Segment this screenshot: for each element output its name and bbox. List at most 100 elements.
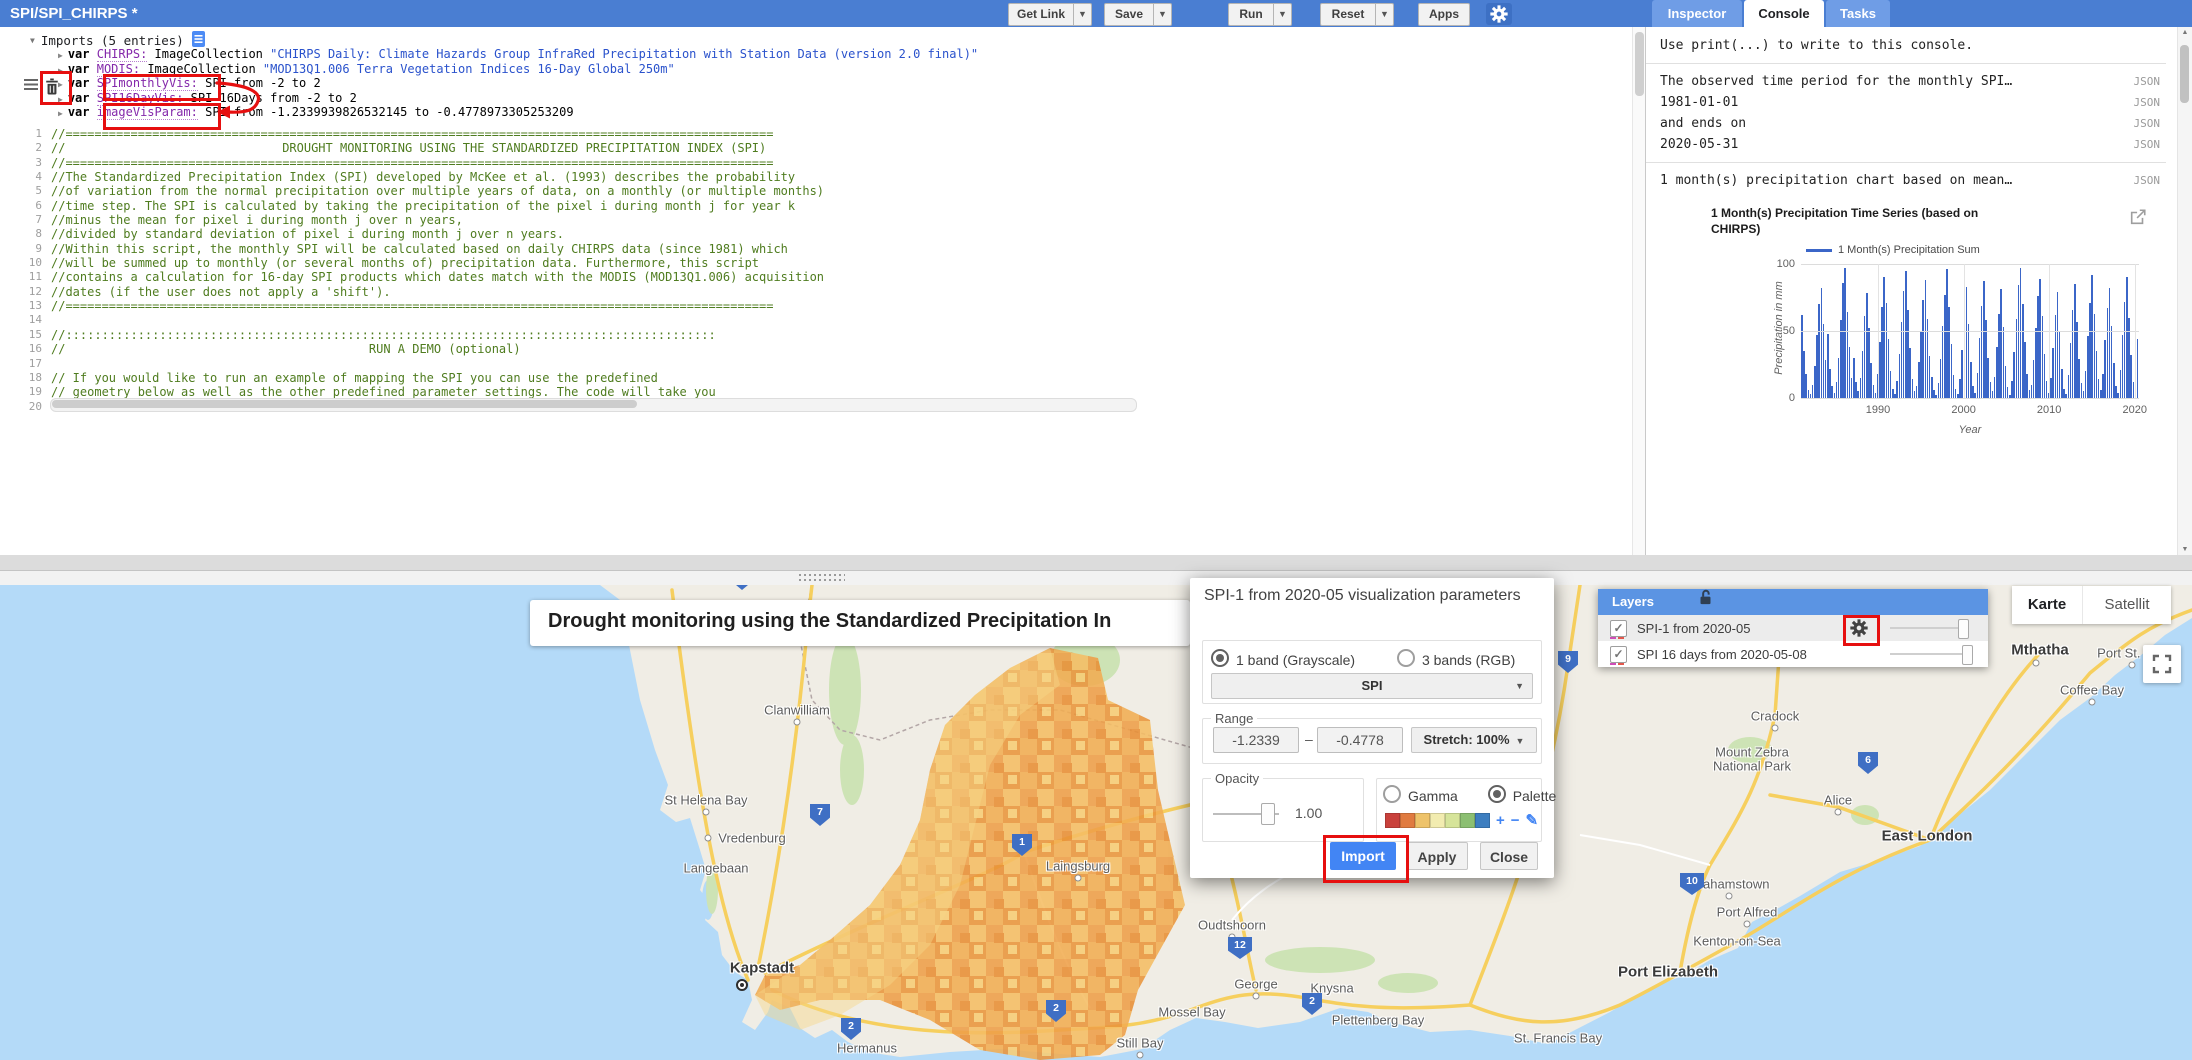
editor-vertical-scrollbar[interactable] xyxy=(1632,27,1646,555)
expand-triangle-icon[interactable]: ▶ xyxy=(58,51,63,60)
expand-triangle-icon[interactable]: ▶ xyxy=(58,95,63,104)
radio-gamma[interactable] xyxy=(1383,785,1401,803)
code-line[interactable]: 15//::::::::::::::::::::::::::::::::::::… xyxy=(0,328,1632,342)
code-line[interactable]: 6//time step. The SPI is calculated by t… xyxy=(0,199,1632,213)
radio-3-bands-rgb[interactable] xyxy=(1397,649,1415,667)
code-line-text: //dates (if the user does not apply a 's… xyxy=(51,285,391,299)
layer-checkbox[interactable]: ✓ xyxy=(1610,620,1627,637)
edit-palette-icon[interactable]: ✎ xyxy=(1526,811,1539,829)
layer-opacity-handle[interactable] xyxy=(1962,645,1973,665)
range-min-input[interactable]: -1.2339 xyxy=(1213,727,1299,753)
palette-swatch[interactable] xyxy=(1400,813,1415,828)
remove-color-button[interactable]: − xyxy=(1511,812,1520,829)
radio-1-band-grayscale[interactable] xyxy=(1211,649,1229,667)
code-line[interactable]: 18// If you would like to run an example… xyxy=(0,371,1632,385)
code-line[interactable]: 8//divided by standard deviation of pixe… xyxy=(0,227,1632,241)
console-scroll-thumb[interactable] xyxy=(2180,45,2189,103)
code-editor[interactable]: ▼ Imports (5 entries) ▶var CHIRPS: Image… xyxy=(0,27,1646,555)
radio-palette[interactable] xyxy=(1488,785,1506,803)
map-type-map-button[interactable]: Karte xyxy=(2012,586,2082,624)
import-row[interactable]: ▶var MODIS: ImageCollection "MOD13Q1.006… xyxy=(58,62,978,77)
code-line[interactable]: 4//The Standardized Precipitation Index … xyxy=(0,170,1632,184)
town-dot xyxy=(1835,809,1842,816)
save-button[interactable]: Save xyxy=(1104,3,1154,26)
import-variable-name: MODIS: xyxy=(97,62,140,77)
code-line[interactable]: 1//=====================================… xyxy=(0,127,1632,141)
opacity-slider-handle[interactable] xyxy=(1261,803,1275,825)
range-max-input[interactable]: -0.4778 xyxy=(1317,727,1403,753)
palette-swatch[interactable] xyxy=(1430,813,1445,828)
code-line[interactable]: 14 xyxy=(0,313,1632,327)
code-line[interactable]: 11//contains a calculation for 16-day SP… xyxy=(0,270,1632,284)
code-line[interactable]: 7//minus the mean for pixel i during mon… xyxy=(0,213,1632,227)
tab-inspector[interactable]: Inspector xyxy=(1652,0,1742,27)
stretch-dropdown[interactable]: Stretch: 100%▼ xyxy=(1411,727,1537,753)
code-line[interactable]: 3//=====================================… xyxy=(0,156,1632,170)
scroll-down-icon[interactable]: ▼ xyxy=(2178,546,2192,553)
add-color-button[interactable]: + xyxy=(1496,812,1505,829)
band-select-dropdown[interactable]: SPI ▼ xyxy=(1211,673,1533,699)
scroll-up-icon[interactable]: ▲ xyxy=(2178,29,2192,36)
panel-splitter[interactable] xyxy=(0,555,2192,585)
lock-icon[interactable] xyxy=(1698,589,1713,615)
import-button[interactable]: Import xyxy=(1330,842,1396,870)
vscroll-thumb[interactable] xyxy=(1635,32,1644,96)
import-row[interactable]: ▶var SPImonthlyVis: SPI from -2 to 2 xyxy=(58,76,978,91)
console-vertical-scrollbar[interactable]: ▲ ▼ xyxy=(2177,27,2192,555)
json-badge-button[interactable]: JSON xyxy=(2134,117,2161,130)
open-in-new-icon[interactable] xyxy=(2129,208,2147,226)
hscroll-thumb[interactable] xyxy=(52,400,637,408)
code-line[interactable]: 13//====================================… xyxy=(0,299,1632,313)
layer-opacity-slider[interactable] xyxy=(1890,627,1966,629)
json-badge-button[interactable]: JSON xyxy=(2134,174,2161,187)
layer-opacity-handle[interactable] xyxy=(1958,619,1969,639)
palette-swatch[interactable] xyxy=(1475,813,1490,828)
import-row[interactable]: ▶var SPI16DayVis: SPI_16Days from -2 to … xyxy=(58,91,978,106)
json-badge-button[interactable]: JSON xyxy=(2134,96,2161,109)
run-dropdown-arrow[interactable]: ▼ xyxy=(1274,3,1292,26)
import-row[interactable]: ▶var imageVisParam: SPI from -1.23399398… xyxy=(58,105,978,120)
code-line[interactable]: 17 xyxy=(0,357,1632,371)
apps-button[interactable]: Apps xyxy=(1418,3,1470,26)
collapse-triangle-icon[interactable]: ▼ xyxy=(30,36,35,45)
map-type-satellite-button[interactable]: Satellit xyxy=(2082,586,2171,624)
expand-triangle-icon[interactable]: ▶ xyxy=(58,66,63,75)
close-button[interactable]: Close xyxy=(1480,842,1538,870)
code-line[interactable]: 10//will be summed up to monthly (or sev… xyxy=(0,256,1632,270)
run-button[interactable]: Run xyxy=(1228,3,1274,26)
apply-button[interactable]: Apply xyxy=(1406,842,1468,870)
import-row[interactable]: ▶var CHIRPS: ImageCollection "CHIRPS Dai… xyxy=(58,47,978,62)
reset-dropdown-arrow[interactable]: ▼ xyxy=(1376,3,1394,26)
get-link-dropdown-arrow[interactable]: ▼ xyxy=(1074,3,1092,26)
code-line[interactable]: 9//Within this script, the monthly SPI w… xyxy=(0,242,1632,256)
settings-gear-button[interactable] xyxy=(1486,3,1512,25)
tab-console[interactable]: Console xyxy=(1744,0,1824,27)
code-line[interactable]: 2// DROUGHT MONITORING USING THE STANDAR… xyxy=(0,141,1632,155)
code-line[interactable]: 5//of variation from the normal precipit… xyxy=(0,184,1632,198)
json-badge-button[interactable]: JSON xyxy=(2134,75,2161,88)
fullscreen-button[interactable] xyxy=(2143,645,2181,683)
reset-button[interactable]: Reset xyxy=(1320,3,1376,26)
palette-swatch[interactable] xyxy=(1460,813,1475,828)
layer-opacity-slider[interactable] xyxy=(1890,653,1966,655)
layer-checkbox[interactable]: ✓ xyxy=(1610,646,1627,663)
tab-tasks[interactable]: Tasks xyxy=(1826,0,1890,27)
code-line[interactable]: 16// RUN A DEMO (optional) xyxy=(0,342,1632,356)
code-line[interactable]: 12//dates (if the user does not apply a … xyxy=(0,285,1632,299)
layer-settings-gear-icon[interactable] xyxy=(1850,619,1868,637)
expand-triangle-icon[interactable]: ▶ xyxy=(58,109,63,118)
code-lines[interactable]: 1//=====================================… xyxy=(0,127,1632,414)
palette-swatch[interactable] xyxy=(1445,813,1460,828)
json-badge-button[interactable]: JSON xyxy=(2134,138,2161,151)
code-line-text: // DROUGHT MONITORING USING THE STANDARD… xyxy=(51,141,766,155)
save-dropdown-arrow[interactable]: ▼ xyxy=(1154,3,1172,26)
get-link-button[interactable]: Get Link xyxy=(1008,3,1074,26)
imports-header[interactable]: ▼ Imports (5 entries) xyxy=(30,32,205,48)
layers-panel-header[interactable]: Layers xyxy=(1598,589,1988,615)
splitter-drag-handle[interactable] xyxy=(799,574,845,581)
palette-swatch[interactable] xyxy=(1415,813,1430,828)
expand-triangle-icon[interactable]: ▶ xyxy=(58,80,63,89)
drag-handle-icon[interactable] xyxy=(24,79,38,94)
editor-horizontal-scrollbar[interactable] xyxy=(50,398,1137,412)
palette-swatch[interactable] xyxy=(1385,813,1400,828)
